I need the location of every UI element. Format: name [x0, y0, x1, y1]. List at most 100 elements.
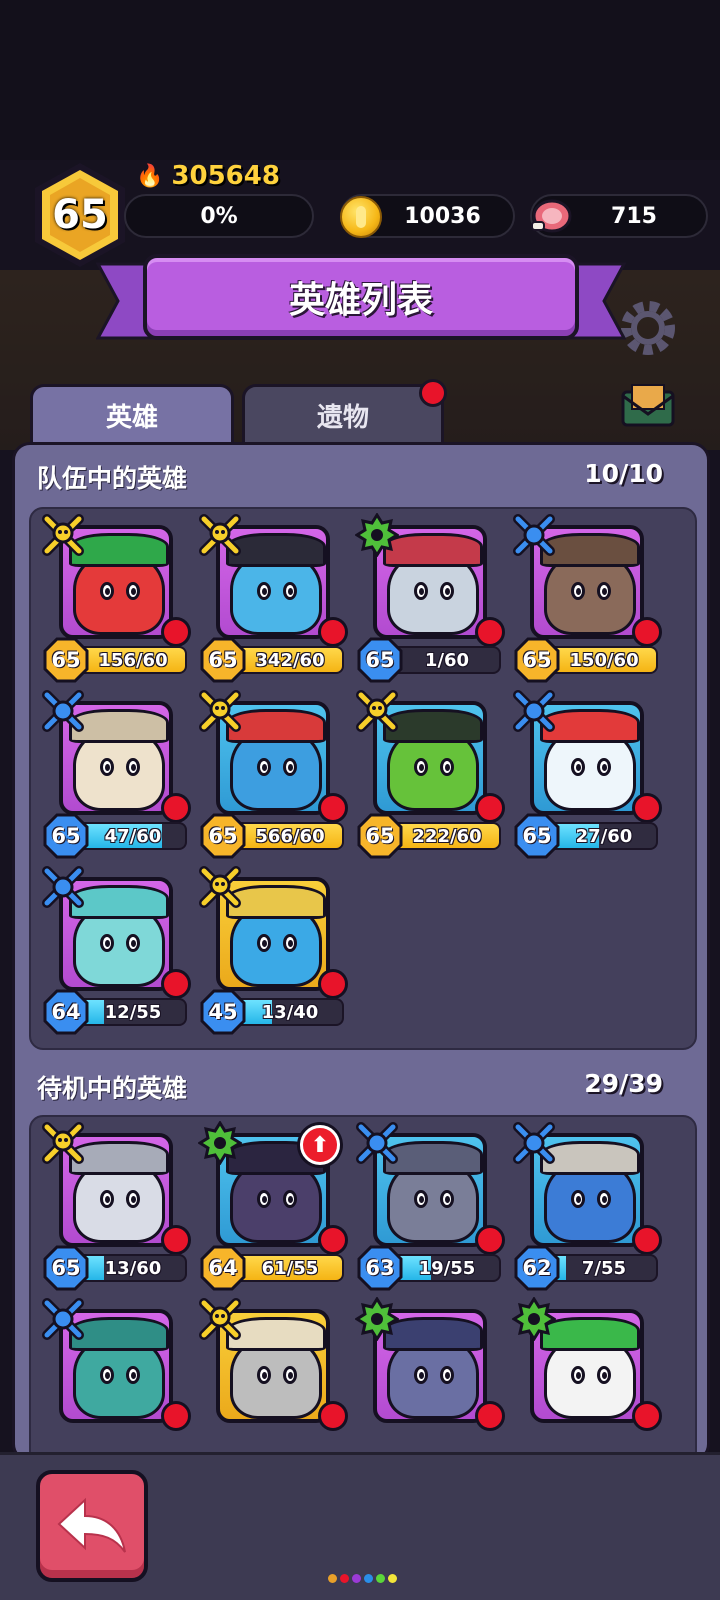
notification-dot [318, 793, 348, 823]
notification-dot [632, 1225, 662, 1255]
notification-dot [161, 617, 191, 647]
hero-eye [440, 758, 454, 776]
mail-icon [621, 384, 675, 427]
melee-class-icon [42, 514, 84, 556]
notification-dot [161, 969, 191, 999]
shard-count: 61/55 [261, 1257, 319, 1279]
melee-class-icon [356, 690, 398, 732]
melee-class-icon [199, 690, 241, 732]
team-hero-card[interactable]: 222/60 65 [355, 689, 505, 861]
hero-shard-progress: 566/60 [238, 822, 344, 850]
team-hero-card[interactable]: 150/60 65 [512, 513, 662, 685]
team-section-count: 10/10 [584, 459, 663, 488]
coin-value: 10036 [404, 203, 481, 229]
hero-eye [440, 1190, 454, 1208]
team-hero-card[interactable]: 47/60 65 [41, 689, 191, 861]
standby-hero-card[interactable] [198, 1297, 348, 1459]
tab-heroes[interactable]: 英雄 [30, 384, 234, 444]
hero-shard-progress: 61/55 [238, 1254, 344, 1282]
tab-relics[interactable]: 遗物 [242, 379, 447, 444]
page-dot [388, 1574, 397, 1583]
power-display: 🔥 305648 [136, 160, 280, 192]
support-class-icon [512, 1297, 556, 1341]
hero-eye [597, 1190, 611, 1208]
standby-hero-card[interactable] [512, 1297, 662, 1459]
team-section-title: 队伍中的英雄 [37, 464, 188, 493]
ranged-class-icon [42, 866, 84, 908]
hero-list-panel[interactable]: 队伍中的英雄 10/10 156/60 65 342/60 65 1/60 65… [12, 442, 710, 1462]
hero-eye [126, 1190, 140, 1208]
tab-heroes-label: 英雄 [105, 403, 158, 433]
hero-level: 64 [51, 1000, 81, 1024]
back-button[interactable] [36, 1470, 148, 1582]
hero-level: 65 [365, 824, 395, 848]
hero-level: 65 [51, 1256, 81, 1280]
hero-level: 65 [522, 648, 552, 672]
shard-count: 27/60 [575, 825, 633, 847]
team-hero-card[interactable]: 27/60 65 [512, 689, 662, 861]
meat-counter[interactable]: 715 [530, 194, 708, 238]
team-hero-card[interactable]: 156/60 65 [41, 513, 191, 685]
notification-dot [475, 617, 505, 647]
team-hero-card[interactable]: 13/40 45 [198, 865, 348, 1037]
player-level-badge[interactable]: 65 [30, 160, 130, 270]
ranged-class-icon [513, 514, 555, 556]
hero-shard-progress: 12/55 [81, 998, 187, 1026]
team-hero-card[interactable]: 342/60 65 [198, 513, 348, 685]
hero-eye [100, 1190, 114, 1208]
notification-dot [318, 1225, 348, 1255]
standby-hero-card[interactable]: 7/55 62 [512, 1121, 662, 1293]
notification-dot [475, 793, 505, 823]
standby-hero-card[interactable]: 13/60 65 [41, 1121, 191, 1293]
hero-level: 45 [208, 1000, 238, 1024]
hero-level-badge: 64 [43, 989, 89, 1035]
ranged-class-icon [513, 690, 555, 732]
hero-eye [597, 758, 611, 776]
coin-icon [340, 196, 382, 238]
meat-value: 715 [611, 203, 657, 229]
shard-count: 1/60 [424, 649, 470, 671]
support-class-icon [355, 1297, 399, 1341]
title-banner: 英雄列表 [143, 254, 579, 340]
shard-count: 566/60 [255, 825, 325, 847]
xp-progress-pill: 0% [124, 194, 314, 238]
hero-eye [257, 1190, 271, 1208]
hero-shard-progress: 1/60 [395, 646, 501, 674]
hero-eye [126, 758, 140, 776]
standby-hero-card[interactable] [355, 1297, 505, 1459]
support-class-icon [198, 1121, 242, 1165]
standby-hero-card[interactable] [41, 1297, 191, 1459]
standby-hero-card[interactable]: 19/55 63 [355, 1121, 505, 1293]
hero-eye [283, 758, 297, 776]
shard-count: 47/60 [104, 825, 162, 847]
team-hero-card[interactable]: 12/55 64 [41, 865, 191, 1037]
melee-class-icon [199, 1298, 241, 1340]
standby-section-title: 待机中的英雄 [37, 1074, 188, 1103]
hero-level-badge: 65 [357, 637, 403, 683]
meat-icon [531, 199, 572, 233]
hero-shard-progress: 19/55 [395, 1254, 501, 1282]
hero-level: 62 [522, 1256, 552, 1280]
hero-level-badge: 65 [357, 813, 403, 859]
flame-icon: 🔥 [136, 163, 164, 189]
shard-count: 12/55 [104, 1001, 162, 1023]
coin-counter[interactable]: 10036 [340, 194, 515, 238]
hero-level-badge: 63 [357, 1245, 403, 1291]
hero-eye [283, 582, 297, 600]
hero-level-badge: 64 [200, 1245, 246, 1291]
hero-eye [440, 1366, 454, 1384]
hero-eye [597, 582, 611, 600]
page-title: 英雄列表 [288, 280, 433, 321]
support-class-icon [355, 513, 399, 557]
standby-hero-card[interactable]: ⬆ 61/55 64 [198, 1121, 348, 1293]
hero-eye [257, 1366, 271, 1384]
hero-shard-progress: 150/60 [552, 646, 658, 674]
notification-dot [161, 1401, 191, 1431]
upgrade-arrow-icon[interactable]: ⬆ [300, 1125, 340, 1165]
hero-eye [597, 1366, 611, 1384]
team-hero-card[interactable]: 1/60 65 [355, 513, 505, 685]
hero-eye [126, 934, 140, 952]
hero-eye [571, 1366, 585, 1384]
team-hero-card[interactable]: 566/60 65 [198, 689, 348, 861]
page-dot [376, 1574, 385, 1583]
